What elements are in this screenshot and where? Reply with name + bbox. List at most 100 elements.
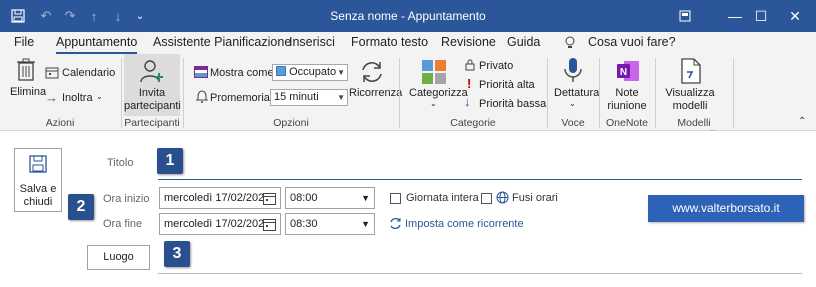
down-arrow-icon[interactable]: ↓ — [106, 0, 130, 32]
luogo-input[interactable] — [158, 243, 802, 272]
calendar-icon[interactable] — [263, 192, 276, 208]
group-label-partecipanti: Partecipanti — [124, 117, 180, 129]
salva-label-1: Salva e — [19, 183, 57, 195]
high-priority-icon: ! — [467, 76, 472, 91]
ora-inizio-time: 08:00 — [290, 192, 318, 204]
elimina-button[interactable]: Elimina — [10, 86, 46, 98]
chevron-down-icon: ▼ — [337, 68, 345, 77]
recurrence-icon — [359, 59, 385, 88]
visualizza-modelli-label-1[interactable]: Visualizza — [656, 87, 724, 99]
chevron-down-icon: ▼ — [361, 193, 370, 203]
giornata-intera-label: Giornata intera — [406, 192, 479, 204]
ricorrenza-button[interactable]: Ricorrenza — [349, 87, 402, 99]
tab-inserisci[interactable]: Inserisci — [289, 32, 335, 54]
note-riunione-label-2[interactable]: riunione — [600, 100, 654, 112]
microphone-icon — [563, 57, 583, 88]
ora-fine-time-field[interactable]: 08:30 ▼ — [285, 213, 375, 235]
onenote-icon: N — [616, 60, 640, 85]
trash-icon — [16, 58, 36, 85]
calendario-button[interactable]: Calendario — [62, 67, 115, 79]
globe-icon — [496, 191, 509, 207]
bell-icon — [196, 90, 208, 106]
mostra-come-label: Mostra come: — [210, 67, 277, 79]
busy-swatch-icon — [276, 66, 286, 76]
giornata-intera-checkbox[interactable] — [390, 193, 401, 204]
titolo-input[interactable] — [158, 149, 802, 178]
mostra-come-value: Occupato — [289, 66, 337, 78]
undo-icon[interactable]: ↶ — [34, 0, 58, 32]
salva-e-chiudi-button[interactable]: Salva e chiudi — [14, 148, 62, 212]
ora-fine-label: Ora fine — [103, 218, 143, 230]
chevron-down-icon[interactable]: ⌄ — [96, 92, 103, 101]
promemoria-select[interactable]: 15 minuti ▼ — [270, 89, 348, 106]
tab-appuntamento[interactable]: Appuntamento — [56, 32, 138, 54]
ora-fine-time: 08:30 — [290, 218, 318, 230]
badge-1: 1 — [157, 148, 183, 174]
note-riunione-label-1[interactable]: Note — [600, 87, 654, 99]
chevron-down-icon[interactable]: ⌄ — [569, 99, 576, 108]
divider — [733, 58, 734, 128]
lock-icon — [465, 59, 475, 74]
imposta-ricorrente-link[interactable]: Imposta come ricorrente — [405, 218, 524, 230]
add-person-icon — [139, 58, 165, 87]
fusi-orari-label: Fusi orari — [512, 192, 558, 204]
inoltra-button[interactable]: Inoltra — [62, 92, 93, 104]
priorita-alta-button[interactable]: Priorità alta — [479, 79, 535, 91]
recurrence-small-icon — [389, 217, 402, 233]
badge-3: 3 — [164, 241, 190, 267]
low-priority-icon: ↓ — [464, 94, 471, 109]
templates-icon — [680, 58, 702, 87]
chevron-down-icon: ▼ — [361, 219, 370, 229]
group-label-categorie: Categorie — [450, 117, 496, 129]
customize-qat-icon[interactable]: ⌄ — [128, 0, 152, 32]
titolo-underline — [158, 179, 802, 180]
lightbulb-icon — [564, 32, 576, 54]
tab-formato-testo[interactable]: Formato testo — [351, 32, 428, 54]
mostra-come-select[interactable]: Occupato ▼ — [272, 64, 348, 81]
promemoria-label: Promemoria: — [210, 92, 273, 104]
restore-ribbon-icon[interactable] — [662, 0, 708, 32]
categorizza-button[interactable]: Categorizza — [409, 87, 468, 99]
tab-file[interactable]: File — [14, 32, 34, 54]
visualizza-modelli-label-2[interactable]: modelli — [656, 100, 724, 112]
ora-inizio-date: mercoledì 17/02/202 — [164, 192, 265, 204]
ora-inizio-time-field[interactable]: 08:00 ▼ — [285, 187, 375, 209]
invita-label-1: Invita — [138, 87, 166, 99]
luogo-button[interactable]: Luogo — [87, 245, 150, 270]
up-arrow-icon[interactable]: ↑ — [82, 0, 106, 32]
tab-revisione[interactable]: Revisione — [441, 32, 496, 54]
salva-label-2: chiudi — [23, 196, 53, 208]
ora-fine-date: mercoledì 17/02/202 — [164, 218, 265, 230]
save-close-icon — [29, 155, 47, 176]
badge-2: 2 — [68, 194, 94, 220]
redo-icon[interactable]: ↷ — [58, 0, 82, 32]
invita-label-2: partecipanti — [124, 100, 181, 112]
dettatura-button[interactable]: Dettatura — [554, 87, 599, 99]
tab-guida[interactable]: Guida — [507, 32, 540, 54]
luogo-underline — [158, 273, 802, 274]
priorita-bassa-button[interactable]: Priorità bassa — [479, 98, 546, 110]
calendar-icon — [45, 66, 59, 82]
categorize-icon — [421, 59, 447, 88]
tell-me-search[interactable]: Cosa vuoi fare? — [588, 32, 676, 54]
appointment-form: Salva e chiudi Titolo Ora inizio mercole… — [0, 131, 816, 287]
group-label-opzioni: Opzioni — [273, 117, 309, 129]
ribbon-tabs: File Appuntamento Assistente Pianificazi… — [0, 32, 816, 54]
ora-inizio-label: Ora inizio — [103, 193, 150, 205]
save-icon[interactable] — [6, 0, 30, 32]
title-bar: ↶ ↷ ↑ ↓ ⌄ Senza nome - Appuntamento — ☐ … — [0, 0, 816, 32]
titolo-label: Titolo — [107, 157, 134, 169]
fusi-orari-checkbox[interactable] — [481, 193, 492, 204]
show-as-icon — [194, 66, 208, 81]
close-button[interactable]: ✕ — [772, 0, 816, 32]
tab-assistente-pianificazione[interactable]: Assistente Pianificazione — [153, 32, 291, 54]
calendar-icon[interactable] — [263, 218, 276, 234]
collapse-ribbon-icon[interactable]: ⌃ — [798, 116, 806, 127]
group-label-azioni: Azioni — [45, 117, 75, 129]
group-label-onenote: OneNote — [605, 117, 649, 129]
group-label-voce: Voce — [561, 117, 585, 129]
chevron-down-icon: ▼ — [337, 93, 345, 102]
chevron-down-icon[interactable]: ⌄ — [430, 99, 437, 108]
watermark-banner: www.valterborsato.it — [648, 195, 804, 222]
privato-button[interactable]: Privato — [479, 60, 513, 72]
